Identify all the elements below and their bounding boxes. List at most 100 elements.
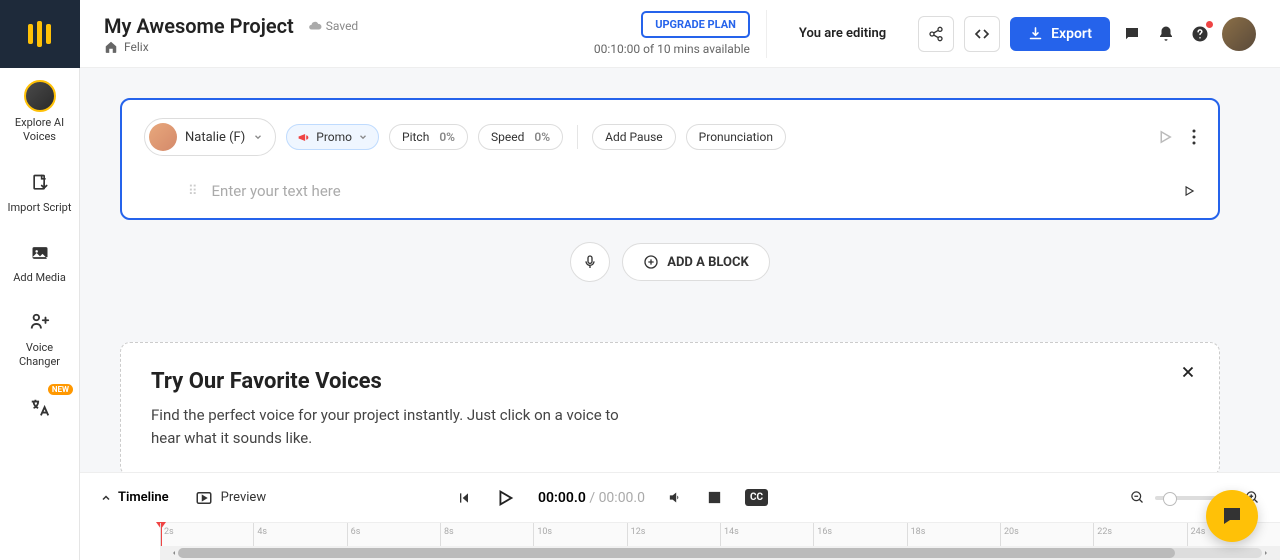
drag-handle-icon[interactable]: ⠿ xyxy=(188,184,198,199)
speed-control[interactable]: Speed0% xyxy=(478,124,563,150)
pronunciation-button[interactable]: Pronunciation xyxy=(686,124,786,150)
voice-name: Natalie (F) xyxy=(185,130,245,145)
translate-icon xyxy=(26,394,54,422)
user-avatar[interactable] xyxy=(1222,17,1256,51)
help-icon xyxy=(1191,25,1209,43)
sidebar-item-translate[interactable]: NEW xyxy=(0,382,79,434)
zoom-out-button[interactable] xyxy=(1130,490,1145,505)
voice-record-button[interactable] xyxy=(570,242,610,282)
horizontal-scrollbar[interactable] xyxy=(160,546,1280,560)
close-panel-button[interactable] xyxy=(1179,363,1197,381)
sidebar-label: Voice Changer xyxy=(4,341,75,370)
ruler-tick: 12s xyxy=(627,523,720,546)
time-available: 00:10:00 of 10 mins available xyxy=(594,42,750,56)
voice-avatar-icon xyxy=(149,123,177,151)
chevron-down-icon xyxy=(358,132,368,142)
topbar: My Awesome Project Saved Felix UPGRADE P… xyxy=(80,0,1280,68)
skip-back-icon xyxy=(456,490,472,506)
code-icon xyxy=(974,26,990,42)
more-vertical-icon xyxy=(1192,129,1196,145)
export-button[interactable]: Export xyxy=(1010,17,1110,51)
timecode: 00:00.0 / 00:00.0 xyxy=(538,490,645,506)
voice-selector[interactable]: Natalie (F) xyxy=(144,118,276,156)
favorite-voices-panel: Try Our Favorite Voices Find the perfect… xyxy=(120,342,1220,472)
pitch-control[interactable]: Pitch0% xyxy=(389,124,468,150)
clapperboard-icon xyxy=(706,489,723,506)
sidebar-item-import-script[interactable]: Import Script xyxy=(0,157,79,227)
upgrade-plan-button[interactable]: UPGRADE PLAN xyxy=(641,11,750,38)
breadcrumb-home[interactable]: Felix xyxy=(104,40,358,54)
ruler-tick: 20s xyxy=(1000,523,1093,546)
ruler-tick: 8s xyxy=(440,523,533,546)
home-icon xyxy=(104,40,118,54)
share-button[interactable] xyxy=(918,16,954,52)
ruler-tick: 6s xyxy=(347,523,440,546)
text-input[interactable] xyxy=(212,182,1168,200)
project-title[interactable]: My Awesome Project xyxy=(104,14,294,38)
sidebar-label: Import Script xyxy=(8,201,72,215)
ruler-tick: 16s xyxy=(813,523,906,546)
add-media-icon xyxy=(26,239,54,267)
zoom-out-icon xyxy=(1130,490,1145,505)
ruler-tick: 2s xyxy=(160,523,253,546)
chevron-down-icon xyxy=(253,132,263,142)
scroll-left-icon xyxy=(170,549,178,557)
add-pause-button[interactable]: Add Pause xyxy=(592,124,676,150)
preview-button[interactable]: Preview xyxy=(195,489,266,507)
cloud-icon xyxy=(308,19,322,33)
close-icon xyxy=(1179,363,1197,381)
sidebar-label: Explore AI Voices xyxy=(4,116,75,145)
video-button[interactable] xyxy=(706,489,723,506)
sidebar-item-explore-voices[interactable]: Explore AI Voices xyxy=(0,68,79,157)
ruler-tick: 18s xyxy=(907,523,1000,546)
play-block-button[interactable] xyxy=(1156,128,1174,146)
bottombar: Timeline Preview 00:00.0 / 00:00.0 xyxy=(80,472,1280,522)
volume-icon xyxy=(667,489,684,506)
megaphone-icon xyxy=(297,131,310,144)
chat-bubble-icon xyxy=(1220,504,1244,528)
plus-circle-icon xyxy=(643,254,659,270)
block-more-button[interactable] xyxy=(1192,129,1196,145)
import-script-icon xyxy=(26,169,54,197)
chevron-up-icon xyxy=(100,492,112,504)
play-icon xyxy=(1182,184,1196,198)
captions-button[interactable]: CC xyxy=(745,489,768,506)
voice-changer-icon xyxy=(26,309,54,337)
saved-status: Saved xyxy=(308,19,358,33)
help-button[interactable] xyxy=(1188,22,1212,46)
bell-icon xyxy=(1157,25,1175,43)
support-chat-button[interactable] xyxy=(1206,490,1258,542)
mic-icon xyxy=(582,254,598,270)
editing-label: You are editing xyxy=(783,26,902,41)
workspace: Natalie (F) Promo Pitch0% Speed0% xyxy=(80,68,1280,472)
add-block-button[interactable]: ADD A BLOCK xyxy=(622,243,769,281)
skip-start-button[interactable] xyxy=(456,490,472,506)
sidebar-label: Add Media xyxy=(13,271,66,285)
explore-avatar-icon xyxy=(24,80,56,112)
share-icon xyxy=(928,26,944,42)
logo[interactable] xyxy=(0,0,80,68)
sidebar-item-voice-changer[interactable]: Voice Changer xyxy=(0,297,79,382)
timeline-ruler[interactable]: 2s4s6s8s10s12s14s16s18s20s22s24s xyxy=(160,522,1280,546)
sidebar: Explore AI Voices Import Script Add Medi… xyxy=(0,0,80,560)
style-selector[interactable]: Promo xyxy=(286,124,379,150)
notifications-button[interactable] xyxy=(1154,22,1178,46)
embed-button[interactable] xyxy=(964,16,1000,52)
chat-icon-button[interactable] xyxy=(1120,22,1144,46)
new-badge: NEW xyxy=(48,384,73,395)
timeline-toggle[interactable]: Timeline xyxy=(100,490,169,505)
play-icon xyxy=(494,487,516,509)
play-line-button[interactable] xyxy=(1182,184,1196,198)
preview-icon xyxy=(195,489,213,507)
text-block: Natalie (F) Promo Pitch0% Speed0% xyxy=(120,98,1220,220)
ruler-tick: 22s xyxy=(1093,523,1186,546)
voices-panel-desc: Find the perfect voice for your project … xyxy=(151,404,621,449)
ruler-tick: 4s xyxy=(253,523,346,546)
download-icon xyxy=(1028,26,1043,41)
voices-panel-title: Try Our Favorite Voices xyxy=(151,369,1189,394)
play-button[interactable] xyxy=(494,487,516,509)
ruler-tick: 10s xyxy=(533,523,626,546)
sidebar-item-add-media[interactable]: Add Media xyxy=(0,227,79,297)
volume-button[interactable] xyxy=(667,489,684,506)
play-icon xyxy=(1156,128,1174,146)
